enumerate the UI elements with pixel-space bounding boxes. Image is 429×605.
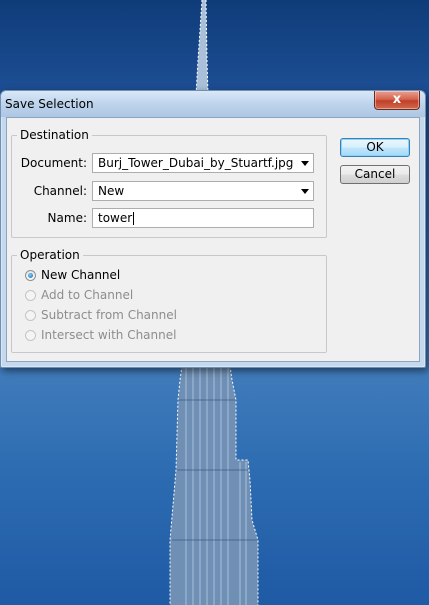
document-select[interactable]: Burj_Tower_Dubai_by_Stuartf.jpg	[92, 153, 314, 173]
radio-button[interactable]	[25, 310, 36, 321]
destination-legend: Destination	[17, 128, 92, 142]
radio-label: Add to Channel	[41, 288, 134, 302]
name-input[interactable]: tower	[92, 208, 314, 228]
close-icon: x	[392, 92, 402, 107]
chevron-down-icon[interactable]	[301, 161, 309, 166]
document-label: Document:	[20, 156, 87, 170]
save-selection-dialog: Save Selection x Destination Document: B…	[0, 90, 426, 368]
operation-legend: Operation	[17, 248, 83, 262]
ok-button[interactable]: OK	[340, 138, 410, 157]
radio-label: Subtract from Channel	[41, 308, 177, 322]
cancel-button[interactable]: Cancel	[340, 165, 410, 184]
name-value: tower	[98, 211, 133, 225]
document-value: Burj_Tower_Dubai_by_Stuartf.jpg	[98, 156, 294, 170]
radio-button[interactable]	[25, 330, 36, 341]
channel-select[interactable]: New	[92, 181, 314, 201]
radio-label: New Channel	[41, 268, 121, 282]
close-button[interactable]: x	[374, 91, 420, 110]
dialog-titlebar[interactable]: Save Selection x	[1, 91, 425, 117]
radio-button[interactable]	[25, 290, 36, 301]
dialog-title: Save Selection	[5, 97, 94, 111]
dialog-client-area: Destination Document: Burj_Tower_Dubai_b…	[6, 117, 420, 362]
text-caret	[133, 212, 135, 225]
name-label: Name:	[47, 211, 87, 225]
channel-value: New	[98, 184, 125, 198]
radio-label: Intersect with Channel	[41, 328, 177, 342]
chevron-down-icon[interactable]	[301, 189, 309, 194]
radio-button[interactable]	[25, 270, 36, 281]
channel-label: Channel:	[33, 184, 87, 198]
